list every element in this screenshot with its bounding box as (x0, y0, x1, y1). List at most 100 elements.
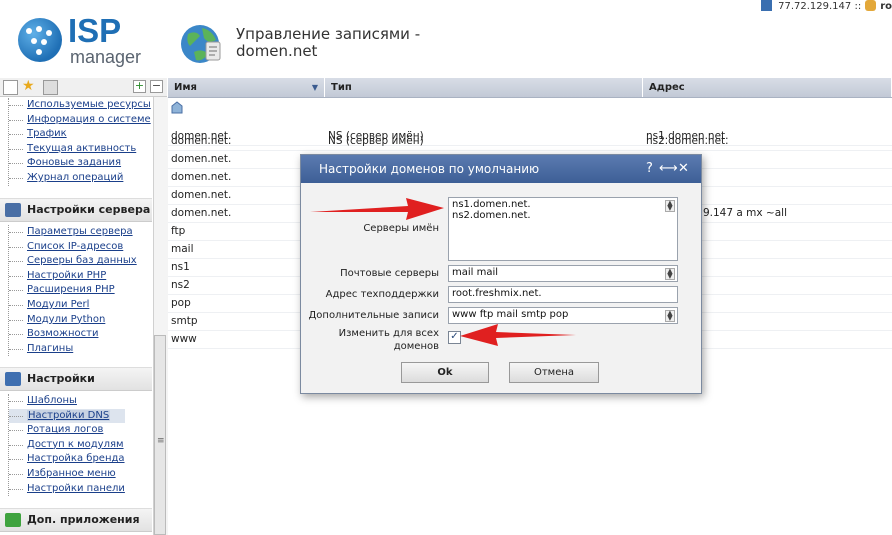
globe-icon (181, 25, 221, 63)
sidebar-item[interactable]: Ротация логов (9, 423, 125, 438)
list-view-icon[interactable] (3, 80, 18, 95)
sidebar-item-label: Расширения PHP (27, 284, 115, 296)
server-ip: 77.72.129.147 :: (778, 1, 862, 12)
sidebar-item[interactable]: Плагины (9, 342, 137, 357)
sidebar-item[interactable]: Параметры сервера (9, 225, 137, 240)
section-settings[interactable]: Настройки (0, 367, 152, 391)
sidebar-item[interactable]: Трафик (9, 127, 151, 142)
sidebar-item[interactable]: Журнал операций (9, 171, 151, 186)
page-title: Управление записями - domen.net (236, 26, 420, 60)
support-value: root.freshmix.net. (452, 288, 542, 299)
sidebar-item[interactable]: Доступ к модулям (9, 438, 125, 453)
sort-desc-icon[interactable]: ▼ (312, 78, 318, 97)
collapse-all-icon[interactable]: − (150, 80, 163, 93)
sidebar-item[interactable]: Используемые ресурсы (9, 98, 151, 113)
sidebar-item-label: Ротация логов (27, 424, 104, 436)
spinner-icon[interactable]: ▲ ▼ (665, 200, 675, 212)
cell-name: smtp (171, 315, 198, 327)
sidebar-item[interactable]: Модули Perl (9, 298, 137, 313)
up-level-icon[interactable] (170, 100, 184, 114)
ok-button[interactable]: Ok (401, 362, 489, 383)
sidebar: Используемые ресурсы Информация о системе… (0, 97, 152, 535)
sidebar-item[interactable]: Фоновые задания (9, 156, 151, 171)
sidebar-item[interactable]: Настройки PHP (9, 269, 137, 284)
modules-icon[interactable] (43, 80, 58, 95)
sidebar-item[interactable]: Возможности (9, 327, 137, 342)
sidebar-scroll-thumb[interactable]: ≡ (154, 335, 166, 535)
mail-servers-value: mail mail (452, 267, 499, 278)
sidebar-item[interactable]: Шаблоны (9, 394, 125, 409)
dialog-title: Настройки доменов по умолчанию (319, 162, 540, 176)
apply-all-label-line1: Изменить для всех (338, 328, 439, 339)
expand-all-icon[interactable]: + (133, 80, 146, 93)
cell-name: domen.net. (171, 189, 232, 201)
close-icon[interactable]: ✕ (678, 155, 689, 183)
logo-isp-text: ISP (68, 12, 122, 49)
sidebar-item[interactable]: Серверы баз данных (9, 254, 137, 269)
section-apps[interactable]: Доп. приложения (0, 508, 152, 532)
sidebar-item-label: Модули Perl (27, 298, 90, 310)
column-header-address[interactable]: Адрес (643, 78, 892, 97)
sidebar-item-label: Настройки PHP (27, 269, 107, 281)
cell-name: domen.net. (171, 207, 232, 219)
cancel-button[interactable]: Отмена (509, 362, 599, 383)
sidebar-item-label: Параметры сервера (27, 226, 133, 237)
cell-name: pop (171, 297, 191, 309)
mail-servers-input[interactable]: mail mail ▲ ▼ (448, 265, 678, 282)
column-header-type[interactable]: Тип (325, 78, 643, 97)
sidebar-item[interactable]: Информация о системе (9, 113, 151, 128)
sidebar-item-label: Возможности (27, 328, 99, 340)
user-name[interactable]: ro (880, 1, 892, 12)
help-icon[interactable]: ? (646, 155, 653, 183)
sidebar-item-label: Настройки панели (27, 482, 125, 494)
dialog-titlebar[interactable]: Настройки доменов по умолчанию ? ⟷ ✕ (301, 155, 701, 183)
extra-records-label: Дополнительные записи (308, 310, 439, 321)
section-title: Доп. приложения (27, 513, 140, 526)
logo-circle-icon (18, 18, 62, 62)
sidebar-item[interactable]: Список IP-адресов (9, 240, 137, 255)
domain-defaults-dialog: Настройки доменов по умолчанию ? ⟷ ✕ Сер… (300, 154, 702, 394)
sidebar-item-label: Используемые ресурсы (27, 99, 151, 110)
sidebar-item[interactable]: Модули Python (9, 313, 137, 328)
settings-icon (5, 372, 21, 386)
sidebar-group-monitoring: Используемые ресурсы Информация о системе… (8, 98, 151, 186)
cell-name: domen.net. (171, 171, 232, 183)
nameserver-line-2: ns2.domen.net. (452, 210, 531, 221)
sidebar-item[interactable]: Настройка бренда (9, 452, 125, 467)
sidebar-item[interactable]: Расширения PHP (9, 283, 137, 298)
spinner-icon[interactable]: ▲ ▼ (665, 310, 675, 322)
sidebar-item-label: Текущая активность (27, 142, 137, 154)
user-icon (865, 0, 877, 11)
table-row[interactable]: domen.net. NS (сервер имён) ns2.domen.net. (168, 133, 892, 151)
column-type-label: Тип (331, 82, 352, 93)
spinner-icon[interactable]: ▲ ▼ (665, 268, 675, 280)
sidebar-item-label: Журнал операций (27, 171, 124, 183)
nameservers-textarea[interactable]: ns1.domen.net. ns2.domen.net. ▲ ▼ (448, 197, 678, 261)
sidebar-item-label: Доступ к модулям (27, 438, 124, 450)
sidebar-item[interactable]: Текущая активность (9, 142, 151, 157)
nameserver-line-1: ns1.domen.net. (452, 199, 531, 210)
sidebar-item-label: Избранное меню (27, 467, 116, 479)
column-address-label: Адрес (649, 82, 685, 93)
sidebar-item-label: Информация о системе (27, 113, 151, 125)
sidebar-item[interactable]: Настройки DNS (9, 408, 125, 424)
section-server-settings[interactable]: Настройки сервера (0, 198, 152, 222)
sidebar-item-label: Фоновые задания (27, 157, 122, 169)
sidebar-group-server: Параметры сервера Список IP-адресов Сервер… (8, 225, 137, 357)
sidebar-item-label: Серверы баз данных (27, 255, 137, 267)
sidebar-item[interactable]: Избранное меню (9, 467, 125, 482)
sidebar-group-settings: Шаблоны Настройки DNS Ротация логов Доступ … (8, 394, 125, 497)
sidebar-item-label: Плагины (27, 342, 74, 354)
plus-icon (5, 513, 21, 527)
support-input[interactable]: root.freshmix.net. (448, 286, 678, 303)
cell-name: domen.net. (171, 153, 232, 165)
server-icon (5, 203, 21, 217)
maximize-icon[interactable]: ⟷ (659, 155, 678, 183)
section-title: Настройки сервера (27, 203, 151, 216)
sidebar-item[interactable]: Настройки панели (9, 482, 125, 497)
favorites-star-icon[interactable]: ★ (22, 78, 35, 94)
cell-type: NS (сервер имён) (328, 135, 424, 147)
column-name-label: Имя (174, 82, 197, 93)
column-header-name[interactable]: Имя ▼ (168, 78, 325, 97)
cell-name: ns1 (171, 261, 190, 273)
